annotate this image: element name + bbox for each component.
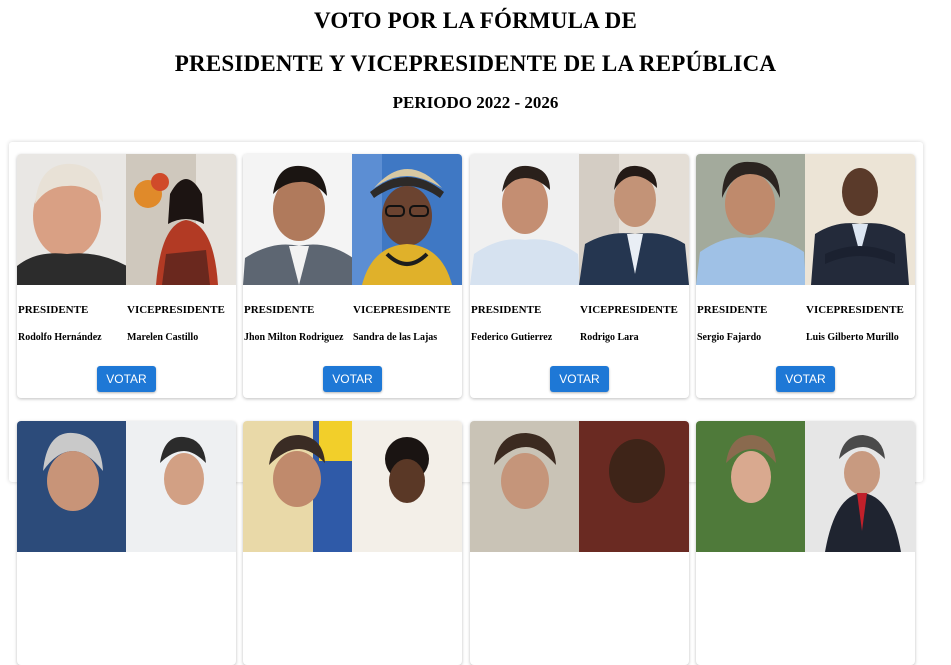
candidate-photos (243, 154, 462, 285)
vice-president-photo (579, 154, 689, 285)
vote-button[interactable]: VOTAR (97, 366, 156, 392)
vice-president-photo (805, 421, 915, 552)
president-role-label: PRESIDENTE (471, 304, 542, 316)
vote-button[interactable]: VOTAR (323, 366, 382, 392)
vice-president-role-label: VICEPRESIDENTE (127, 304, 225, 316)
candidate-photos (243, 421, 462, 552)
vice-president-photo (579, 421, 689, 552)
candidate-card-3: PRESIDENTE VICEPRESIDENTE Federico Gutie… (470, 154, 689, 398)
vice-president-role-label: VICEPRESIDENTE (806, 304, 904, 316)
vice-president-photo (352, 421, 462, 552)
vice-president-photo (126, 421, 236, 552)
vice-president-name: Sandra de las Lajas (353, 332, 438, 343)
page-title-line1: VOTO POR LA FÓRMULA DE (314, 8, 637, 33)
vote-button[interactable]: VOTAR (550, 366, 609, 392)
president-photo (243, 421, 353, 552)
candidate-photos (470, 421, 689, 552)
vice-president-photo (352, 154, 462, 285)
candidate-card-2: PRESIDENTE VICEPRESIDENTE Jhon Milton Ro… (243, 154, 462, 398)
president-photo (470, 421, 580, 552)
candidate-card-5 (17, 421, 236, 665)
president-name: Jhon Milton Rodriguez (244, 332, 344, 343)
president-photo (696, 154, 806, 285)
president-role-label: PRESIDENTE (18, 304, 89, 316)
candidate-card-4: PRESIDENTE VICEPRESIDENTE Sergio Fajardo… (696, 154, 915, 398)
vote-button[interactable]: VOTAR (776, 366, 835, 392)
candidate-card-8 (696, 421, 915, 665)
vice-president-name: Marelen Castillo (127, 332, 199, 343)
candidate-photos (470, 154, 689, 285)
president-photo (470, 154, 580, 285)
vice-president-photo (805, 154, 915, 285)
president-role-label: PRESIDENTE (244, 304, 315, 316)
president-photo (243, 154, 353, 285)
president-photo (696, 421, 806, 552)
president-name: Rodolfo Hernández (18, 332, 102, 343)
president-role-label: PRESIDENTE (697, 304, 768, 316)
candidate-photos (17, 421, 236, 552)
president-photo (17, 421, 127, 552)
president-photo (17, 154, 127, 285)
candidates-panel: PRESIDENTE VICEPRESIDENTE Rodolfo Hernán… (9, 142, 923, 665)
president-name: Sergio Fajardo (697, 332, 762, 343)
vice-president-name: Luis Gilberto Murillo (806, 332, 899, 343)
vice-president-photo (126, 154, 236, 285)
page-title-line2: PRESIDENTE Y VICEPRESIDENTE DE LA REPÚBL… (174, 51, 777, 76)
candidate-photos (696, 154, 915, 285)
candidate-photos (17, 154, 236, 285)
candidate-card-1: PRESIDENTE VICEPRESIDENTE Rodolfo Hernán… (17, 154, 236, 398)
vice-president-role-label: VICEPRESIDENTE (580, 304, 678, 316)
candidate-card-7 (470, 421, 689, 665)
period-subtitle: PERIODO 2022 - 2026 (392, 93, 559, 112)
candidate-photos (696, 421, 915, 552)
candidate-card-6 (243, 421, 462, 665)
president-name: Federico Gutierrez (471, 332, 553, 343)
vice-president-name: Rodrigo Lara (580, 332, 639, 343)
vice-president-role-label: VICEPRESIDENTE (353, 304, 451, 316)
